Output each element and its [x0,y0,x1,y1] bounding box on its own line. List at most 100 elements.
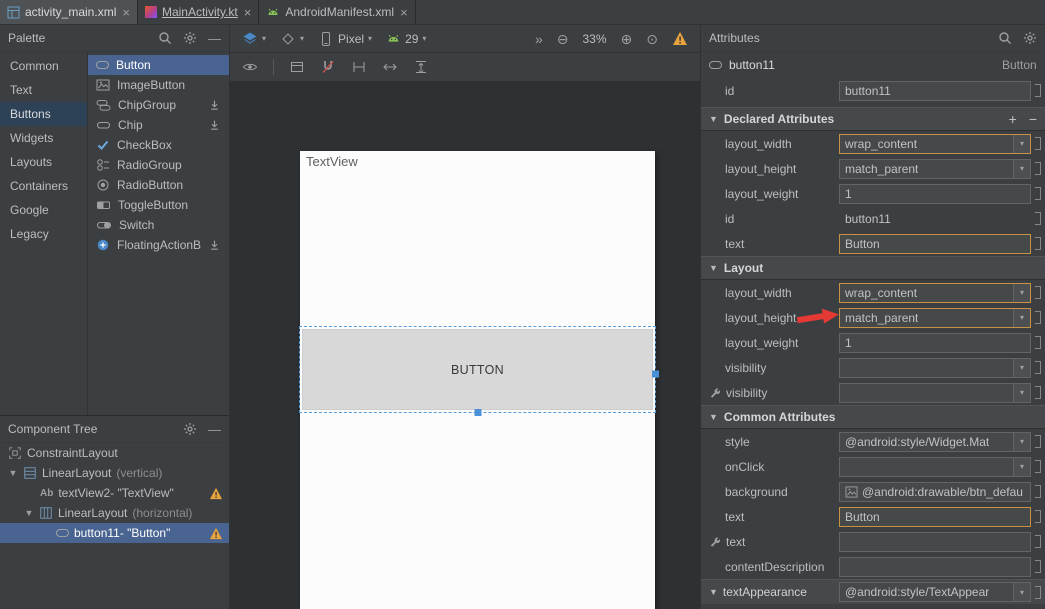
attr-row-text: text Button [701,231,1045,256]
palette-item-chipgroup[interactable]: ChipGroup [88,95,229,115]
design-surface-selector[interactable]: ▾ [242,31,266,47]
layout-width-combo[interactable]: wrap_content▾ [839,283,1031,303]
layout-weight-field[interactable]: 1 [839,333,1031,353]
chevron-down-icon[interactable]: ▾ [1013,359,1030,377]
tree-item-linearlayout-horizontal[interactable]: ▼ LinearLayout (horizontal) [0,503,229,523]
resize-handle-right[interactable] [652,370,659,377]
textappearance-combo[interactable]: @android:style/TextAppear▾ [839,582,1031,602]
tools-visibility-combo[interactable]: ▾ [839,383,1031,403]
palette-item-radiobutton[interactable]: RadioButton [88,175,229,195]
tree-item-button11[interactable]: button11- "Button" [0,523,229,543]
tab-activity-main-xml[interactable]: activity_main.xml × [0,0,138,24]
expand-icon[interactable]: ▼ [8,468,18,478]
tools-text-field[interactable] [839,532,1031,552]
tree-item-constraintlayout[interactable]: ConstraintLayout [0,443,229,463]
palette-item-label: Switch [119,218,154,232]
show-constraints-icon[interactable] [289,59,305,75]
zoom-fit-icon[interactable]: ⊙ [646,32,658,46]
canvas-button[interactable]: BUTTON [302,329,653,410]
orientation-selector[interactable]: ▾ [280,31,304,47]
minimize-icon[interactable]: — [208,31,221,46]
search-icon[interactable] [998,31,1012,45]
horizontal-arrows-icon[interactable] [382,59,398,75]
chevron-down-icon[interactable]: ▾ [1013,458,1030,476]
category-label: Legacy [10,227,49,241]
attr-row-visibility: visibility ▾ [701,355,1045,380]
zoom-out-icon[interactable]: ⊖ [557,32,569,46]
palette-item-togglebutton[interactable]: ToggleButton [88,195,229,215]
palette-category-widgets[interactable]: Widgets [0,126,87,150]
text-field[interactable]: Button [839,507,1031,527]
section-layout[interactable]: ▼ Layout [701,256,1045,280]
contentdescription-field[interactable] [839,557,1031,577]
chevron-down-icon[interactable]: ▾ [1013,135,1030,153]
section-common-attributes[interactable]: ▼ Common Attributes [701,405,1045,429]
palette-category-legacy[interactable]: Legacy [0,222,87,246]
download-icon [208,239,221,252]
zoom-in-icon[interactable]: ⊕ [621,32,633,46]
section-declared-attributes[interactable]: ▼ Declared Attributes + − [701,107,1045,131]
palette-category-containers[interactable]: Containers [0,174,87,198]
device-selector[interactable]: Pixel ▾ [318,31,372,47]
chevron-down-icon[interactable]: ▾ [1013,583,1030,601]
attr-row-tools-text: text [701,529,1045,554]
warning-icon[interactable] [672,31,688,46]
phone-icon [318,31,334,47]
search-icon[interactable] [158,31,172,45]
tab-mainactivity-kt[interactable]: MainActivity.kt × [138,0,259,24]
attr-row-tools-visibility: visibility ▾ [701,380,1045,405]
id-field[interactable]: button11 [839,81,1031,101]
layout-width-combo[interactable]: wrap_content▾ [839,134,1031,154]
magnet-off-icon[interactable] [320,59,336,75]
layout-weight-field[interactable]: 1 [839,184,1031,204]
onclick-combo[interactable]: ▾ [839,457,1031,477]
remove-attribute-icon[interactable]: − [1029,112,1037,126]
chevron-down-icon[interactable]: ▾ [1013,384,1030,402]
eye-icon[interactable] [242,59,258,75]
add-attribute-icon[interactable]: + [1009,112,1017,126]
default-margins-icon[interactable] [351,59,367,75]
style-combo[interactable]: @android:style/Widget.Mat▾ [839,432,1031,452]
tree-item-linearlayout-vertical[interactable]: ▼ LinearLayout (vertical) [0,463,229,483]
tree-item-textview2[interactable]: Ab textView2- "TextView" [0,483,229,503]
background-field[interactable]: @android:drawable/btn_defau [839,482,1031,502]
canvas-textview[interactable]: TextView [306,154,358,169]
visibility-combo[interactable]: ▾ [839,358,1031,378]
gear-icon[interactable] [183,422,197,436]
close-icon[interactable]: × [244,6,252,19]
expand-icon[interactable]: ▼ [24,508,34,518]
palette-category-layouts[interactable]: Layouts [0,150,87,174]
palette-category-buttons[interactable]: Buttons [0,102,87,126]
palette-item-switch[interactable]: Switch [88,215,229,235]
palette-item-chip[interactable]: Chip [88,115,229,135]
palette-item-imagebutton[interactable]: ImageButton [88,75,229,95]
picture-icon [845,486,858,498]
chevron-down-icon[interactable]: ▾ [1013,284,1030,302]
palette-category-text[interactable]: Text [0,78,87,102]
layout-height-combo[interactable]: match_parent▾ [839,308,1031,328]
api-selector[interactable]: 29 ▾ [386,32,426,46]
minimize-icon[interactable]: — [208,422,221,437]
text-field[interactable]: Button [839,234,1031,254]
chevron-down-icon[interactable]: ▾ [1013,160,1030,178]
overflow-chevron-icon[interactable]: » [535,32,543,46]
palette-panel: Palette — Common Text Buttons Widgets La… [0,25,229,415]
vertical-distribute-icon[interactable] [413,59,429,75]
palette-item-radiogroup[interactable]: RadioGroup [88,155,229,175]
gear-icon[interactable] [183,31,197,45]
resize-handle-bottom[interactable] [474,409,481,416]
close-icon[interactable]: × [400,6,408,19]
close-icon[interactable]: × [122,6,130,19]
chevron-down-icon[interactable]: ▾ [1013,309,1030,327]
palette-category-common[interactable]: Common [0,54,87,78]
layout-height-combo[interactable]: match_parent▾ [839,159,1031,179]
palette-item-floatingactionbutton[interactable]: FloatingActionB... [88,235,229,255]
palette-category-google[interactable]: Google [0,198,87,222]
gear-icon[interactable] [1023,31,1037,45]
chevron-down-icon[interactable]: ▾ [1013,433,1030,451]
palette-item-button[interactable]: Button [88,55,229,75]
palette-item-checkbox[interactable]: CheckBox [88,135,229,155]
tab-androidmanifest-xml[interactable]: AndroidManifest.xml × [259,0,415,24]
section-textappearance[interactable]: ▼ textAppearance @android:style/TextAppe… [701,579,1045,604]
id-value[interactable]: button11 [839,209,1031,229]
